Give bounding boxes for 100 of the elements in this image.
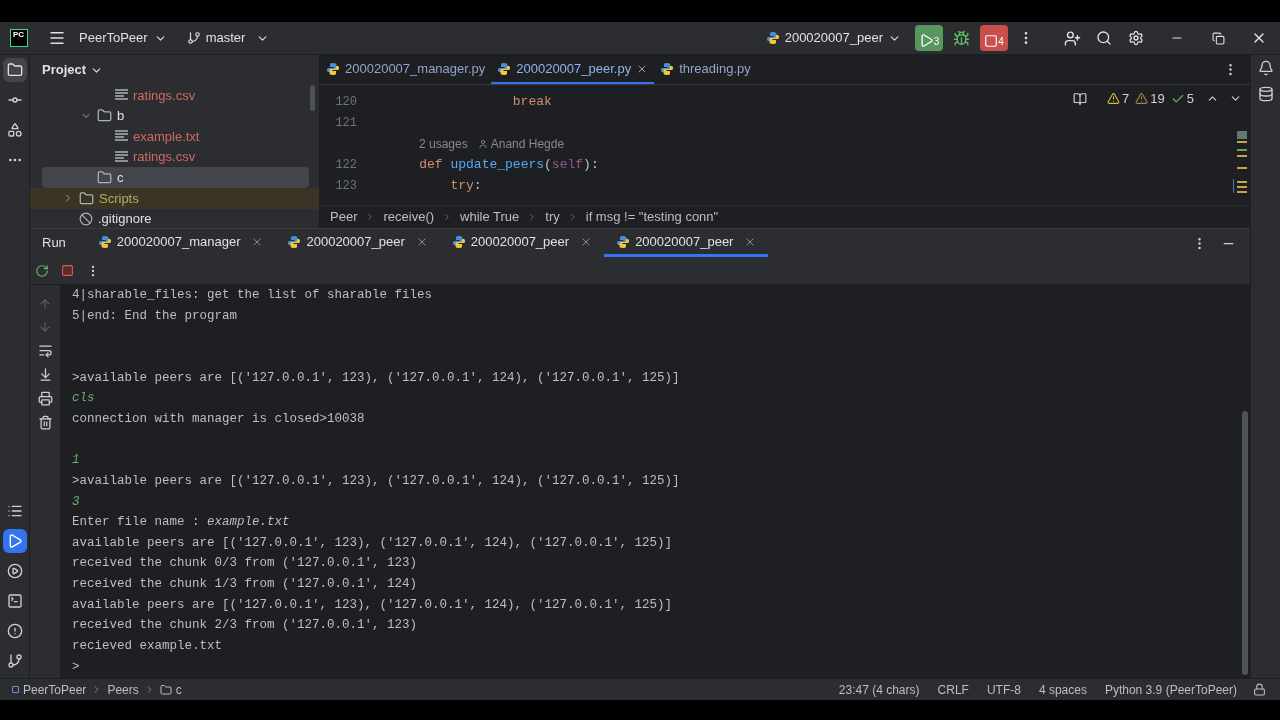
search-icon[interactable]	[1096, 30, 1112, 46]
caret-position[interactable]: 23:47 (4 chars)	[838, 680, 920, 699]
breadcrumb[interactable]: PeerToPeer	[23, 680, 87, 699]
file-icon	[115, 130, 128, 143]
warning-icon	[1107, 92, 1121, 106]
tree-item[interactable]: b	[117, 106, 125, 126]
console-line: 5|end: End the program	[72, 307, 238, 325]
console-line: received the chunk 0/3 from ('127.0.0.1', 123)	[72, 555, 418, 573]
rerun-icon[interactable]	[35, 263, 49, 278]
console-line: recieved example.txt	[72, 638, 223, 656]
tree-item[interactable]: c	[117, 167, 124, 188]
list-icon	[6, 503, 23, 519]
project-selector[interactable]: PeerToPeer	[79, 28, 167, 48]
breadcrumb[interactable]: while True	[460, 207, 520, 227]
tree-item[interactable]: Scripts	[99, 188, 139, 208]
breadcrumb[interactable]: if msg != "testing conn"	[585, 207, 719, 227]
trash-icon[interactable]	[37, 415, 53, 430]
python-icon	[497, 61, 512, 76]
tree-item[interactable]: ratings.csv	[133, 85, 196, 106]
branch-icon	[6, 653, 23, 669]
breadcrumb[interactable]: Peers	[107, 680, 139, 699]
settings-icon[interactable]	[1128, 30, 1144, 46]
file-icon	[115, 89, 128, 102]
console-line: >available peers are [('127.0.0.1', 123), ('127.0.0.1', 124), ('127.0.0.1', 125)]	[72, 472, 680, 490]
typo-count: 5	[1186, 90, 1194, 108]
run-tab[interactable]: 200020007_peer	[275, 229, 440, 257]
person-icon	[477, 138, 488, 149]
print-icon[interactable]	[37, 391, 53, 406]
breadcrumb[interactable]: try	[545, 207, 560, 227]
run-tab[interactable]: 200020007_manager	[85, 229, 276, 257]
file-encoding[interactable]: UTF-8	[986, 680, 1021, 699]
scrollbar-thumb[interactable]	[310, 85, 315, 111]
folder-icon	[97, 170, 112, 186]
run-button[interactable]: 3	[915, 25, 943, 51]
tool-window-button[interactable]	[2, 58, 27, 82]
user-add-icon[interactable]	[1064, 29, 1081, 47]
folder-icon	[97, 108, 112, 124]
console-input-text: cls	[72, 390, 95, 408]
panel-title[interactable]: Project	[42, 60, 87, 80]
editor-tab[interactable]: threading.py	[654, 55, 757, 84]
menu-icon[interactable]	[48, 29, 66, 47]
play-icon	[918, 33, 934, 48]
console-line: 4|sharable_files: get the list of sharable files	[72, 286, 433, 304]
python-icon	[97, 234, 112, 249]
editor-tab[interactable]: 200020007_manager.py	[320, 55, 492, 84]
debug-icon[interactable]	[953, 29, 970, 47]
line-number: 123	[334, 177, 358, 195]
python-icon	[451, 234, 466, 249]
tool-window-button[interactable]	[2, 529, 27, 553]
python-icon	[326, 61, 340, 76]
weak-warning-icon	[1135, 92, 1149, 106]
branch-selector[interactable]: master	[186, 28, 270, 48]
line-number: 122	[334, 156, 358, 174]
panel-title: Run	[42, 234, 66, 253]
line-separator[interactable]: CRLF	[937, 680, 969, 699]
python-icon	[287, 234, 302, 249]
circle-play-icon	[6, 563, 23, 579]
branch-icon	[186, 31, 201, 45]
console-line: available peers are [('127.0.0.1', 123), ('127.0.0.1', 124), ('127.0.0.1', 125)]	[72, 534, 673, 552]
folder-icon	[79, 190, 94, 206]
weak-warning-count: 19	[1150, 90, 1165, 108]
usages-hint[interactable]: 2 usages	[419, 134, 468, 153]
tree-item[interactable]: example.txt	[133, 126, 200, 147]
console-line: Enter file name : example.txt	[72, 514, 290, 532]
database-icon[interactable]	[1257, 86, 1274, 102]
code-line: def update_peers(self):	[418, 155, 599, 174]
warning-count: 7	[1122, 90, 1130, 108]
breadcrumb[interactable]: c	[175, 680, 182, 699]
scrollbar-thumb[interactable]	[1242, 411, 1248, 675]
author-hint[interactable]: Anand Hegde	[490, 134, 565, 153]
console-line: >	[72, 658, 80, 676]
run-tab[interactable]: 200020007_peer	[439, 229, 605, 257]
soft-wrap-icon[interactable]	[37, 343, 53, 358]
console-line: >available peers are [('127.0.0.1', 123), ('127.0.0.1', 124), ('127.0.0.1', 125)]	[72, 369, 680, 387]
shapes-icon	[6, 122, 23, 138]
breadcrumb[interactable]: Peer	[330, 207, 358, 227]
console-line: received the chunk 2/3 from ('127.0.0.1', 123)	[72, 617, 418, 635]
file-icon	[115, 151, 128, 164]
reader-mode-icon[interactable]	[1073, 91, 1088, 106]
lock-icon[interactable]	[1253, 683, 1266, 696]
line-number: 120	[334, 93, 358, 111]
terminal-icon	[6, 593, 23, 609]
indent-setting[interactable]: 4 spaces	[1038, 680, 1087, 699]
console-input-text: 3	[72, 493, 80, 511]
breadcrumb[interactable]: receive()	[383, 207, 435, 227]
editor-tab[interactable]: 200020007_peer.py	[491, 55, 655, 84]
folder-icon	[159, 683, 172, 696]
console-line: available peers are [('127.0.0.1', 123), ('127.0.0.1', 124), ('127.0.0.1', 125)]	[72, 596, 673, 614]
restore-icon[interactable]	[1212, 31, 1225, 45]
selected-tree-item[interactable]: c	[42, 167, 309, 188]
tree-item[interactable]: ratings.csv	[133, 147, 196, 167]
notifications-icon[interactable]	[1257, 60, 1274, 76]
run-config-selector[interactable]: 200020007_peer	[765, 28, 901, 48]
interpreter[interactable]: Python 3.9 (PeerToPeer)	[1104, 680, 1237, 699]
line-number: 121	[334, 114, 358, 132]
stop-button[interactable]: 4	[980, 25, 1008, 51]
stop-icon[interactable]	[61, 264, 74, 277]
tree-item[interactable]: .gitignore	[98, 209, 152, 228]
ignore-icon	[79, 211, 93, 226]
console-input-text: 1	[72, 452, 80, 470]
